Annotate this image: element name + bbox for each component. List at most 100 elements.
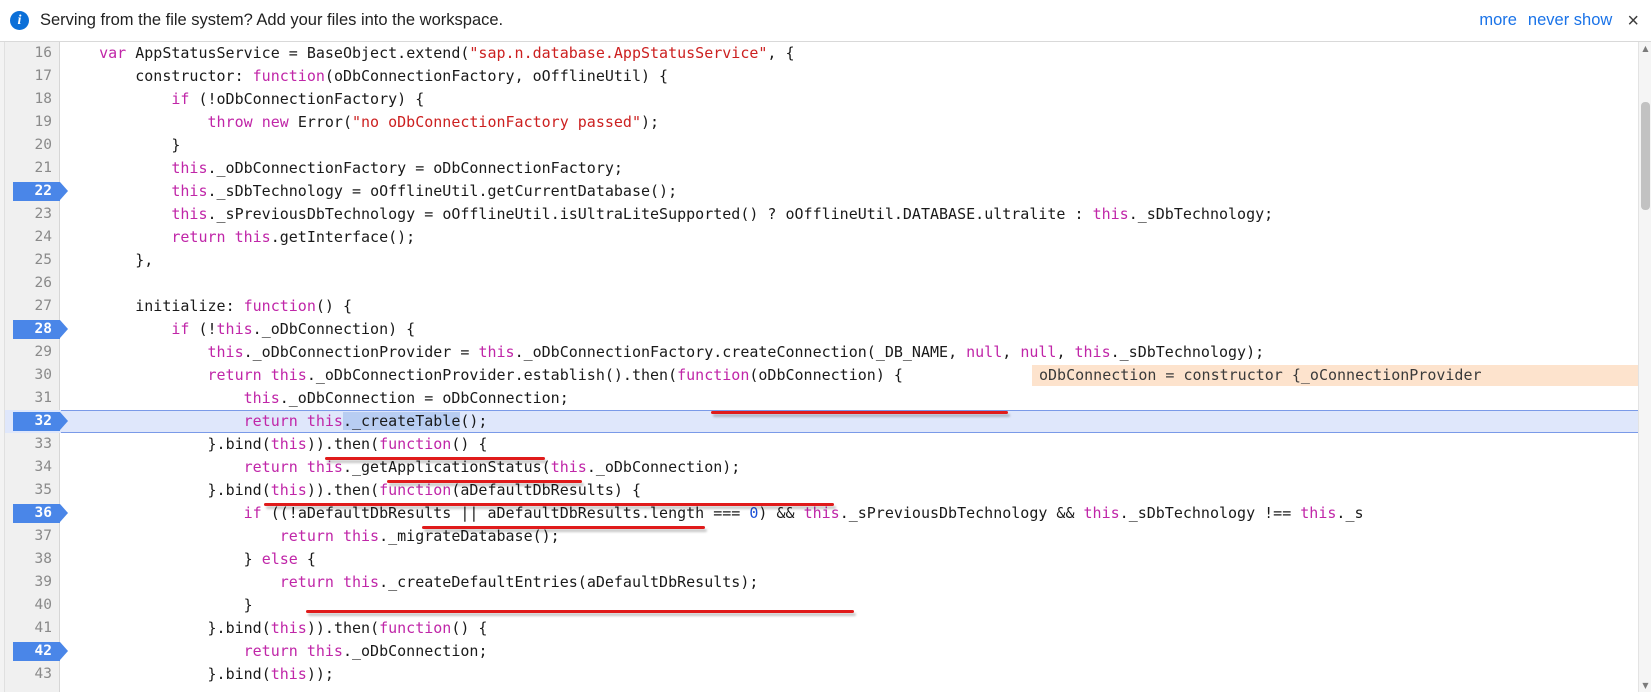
vertical-scrollbar[interactable]: ▲ ▼ [1638, 42, 1651, 692]
code-token: function [379, 619, 452, 637]
line-number-43[interactable]: 43 [5, 663, 60, 686]
line-number-19[interactable]: 19 [5, 111, 60, 134]
code-token: getInterface [279, 228, 389, 246]
line-number-16[interactable]: 16 [5, 42, 60, 65]
annotation-underline-5 [422, 526, 705, 529]
inline-value-popup: oDbConnection = constructor {_oConnectio… [1032, 365, 1651, 386]
notification-actions: more never show × [1479, 11, 1651, 31]
code-line-16[interactable]: var AppStatusService = BaseObject.extend… [61, 42, 794, 65]
code-line-19[interactable]: throw new Error("no oDbConnectionFactory… [61, 111, 660, 134]
line-number-26[interactable]: 26 [5, 272, 60, 295]
code-token: then [333, 435, 371, 453]
scrollbar-thumb[interactable] [1641, 102, 1650, 210]
line-number-39[interactable]: 39 [5, 571, 60, 594]
code-token: _oDbConnectionProvider [315, 366, 515, 384]
code-line-27[interactable]: initialize: function() { [61, 295, 352, 318]
code-line-22[interactable]: this._sDbTechnology = oOfflineUtil.getCu… [61, 180, 677, 203]
line-number-36[interactable]: 36 [5, 502, 68, 525]
line-number-34[interactable]: 34 [5, 456, 60, 479]
code-editor[interactable]: 16 var AppStatusService = BaseObject.ext… [0, 42, 1651, 692]
code-token: . [839, 504, 849, 522]
line-number-40[interactable]: 40 [5, 594, 60, 617]
line-number-22[interactable]: 22 [5, 180, 68, 203]
code-token: ) && [758, 504, 804, 522]
line-number-27[interactable]: 27 [5, 295, 60, 318]
code-line-21[interactable]: this._oDbConnectionFactory = oDbConnecti… [61, 157, 623, 180]
code-line-24[interactable]: return this.getInterface(); [61, 226, 415, 249]
code-line-33[interactable]: }.bind(this)).then(function() { [61, 433, 487, 456]
code-token: return [171, 228, 226, 246]
code-token: . [207, 205, 217, 223]
code-token: oOfflineUtil [442, 205, 551, 223]
code-line-32[interactable]: return this._createTable(); [61, 410, 487, 433]
code-token: )). [306, 481, 334, 499]
code-line-40[interactable]: } [61, 594, 253, 617]
code-line-25[interactable]: }, [61, 249, 153, 272]
code-line-41[interactable]: }.bind(this)).then(function() { [61, 617, 487, 640]
code-line-30[interactable]: return this._oDbConnectionProvider.estab… [61, 364, 903, 387]
code-line-31[interactable]: this._oDbConnection = oDbConnection; [61, 387, 569, 410]
code-token: () ? [740, 205, 786, 223]
code-line-28[interactable]: if (!this._oDbConnection) { [61, 318, 415, 341]
line-number-label: 36 [34, 505, 52, 521]
never-show-link[interactable]: never show [1528, 11, 1612, 30]
code-token: = [406, 159, 434, 177]
code-token: this [1083, 504, 1120, 522]
line-number-25[interactable]: 25 [5, 249, 60, 272]
line-number-38[interactable]: 38 [5, 548, 60, 571]
code-line-39[interactable]: return this._createDefaultEntries(aDefau… [61, 571, 759, 594]
code-line-38[interactable]: } else { [61, 548, 316, 571]
code-token: . [342, 642, 352, 660]
code-line-43[interactable]: }.bind(this)); [61, 663, 333, 686]
code-line-26[interactable] [61, 272, 63, 295]
line-number-29[interactable]: 29 [5, 341, 60, 364]
line-number-21[interactable]: 21 [5, 157, 60, 180]
scroll-up-arrow-icon[interactable]: ▲ [1639, 42, 1651, 55]
code-editor-surface[interactable]: 16 var AppStatusService = BaseObject.ext… [0, 42, 1651, 692]
code-token: () { [451, 619, 488, 637]
annotation-underline-1 [711, 411, 1008, 414]
line-number-24[interactable]: 24 [5, 226, 60, 249]
code-line-17[interactable]: constructor: function(oDbConnectionFacto… [61, 65, 668, 88]
code-token: this [234, 228, 271, 246]
line-number-33[interactable]: 33 [5, 433, 60, 456]
line-number-label: 17 [34, 68, 52, 84]
more-link[interactable]: more [1479, 11, 1517, 30]
line-number-label: 21 [34, 160, 52, 176]
code-line-18[interactable]: if (!oDbConnectionFactory) { [61, 88, 424, 111]
line-number-37[interactable]: 37 [5, 525, 60, 548]
line-number-17[interactable]: 17 [5, 65, 60, 88]
code-line-23[interactable]: this._sPreviousDbTechnology = oOfflineUt… [61, 203, 1273, 226]
scroll-down-arrow-icon[interactable]: ▼ [1639, 679, 1651, 692]
selected-text[interactable]: ._createTable [342, 412, 461, 430]
code-token: oDbConnectionFactory [216, 90, 398, 108]
close-icon[interactable]: × [1627, 11, 1639, 31]
code-token: _createDefaultEntries [388, 573, 578, 591]
line-number-35[interactable]: 35 [5, 479, 60, 502]
line-number-28[interactable]: 28 [5, 318, 68, 341]
line-number-30[interactable]: 30 [5, 364, 60, 387]
line-number-41[interactable]: 41 [5, 617, 60, 640]
line-number-23[interactable]: 23 [5, 203, 60, 226]
line-number-32[interactable]: 32 [5, 410, 68, 433]
line-number-42[interactable]: 42 [5, 640, 68, 663]
code-token: null [966, 343, 1003, 361]
line-number-20[interactable]: 20 [5, 134, 60, 157]
code-token: . [207, 159, 217, 177]
code-token: (! [189, 90, 217, 108]
code-token: "no oDbConnectionFactory passed" [352, 113, 641, 131]
code-token: _oDbConnection [288, 389, 416, 407]
code-line-20[interactable]: } [61, 134, 180, 157]
code-token: this [306, 642, 343, 660]
code-line-42[interactable]: return this._oDbConnection; [61, 640, 488, 663]
code-line-29[interactable]: this._oDbConnectionProvider = this._oDbC… [61, 341, 1265, 364]
line-number-31[interactable]: 31 [5, 387, 60, 410]
code-token: constructor [135, 67, 235, 85]
code-token: ); [722, 458, 741, 476]
line-number-18[interactable]: 18 [5, 88, 60, 111]
